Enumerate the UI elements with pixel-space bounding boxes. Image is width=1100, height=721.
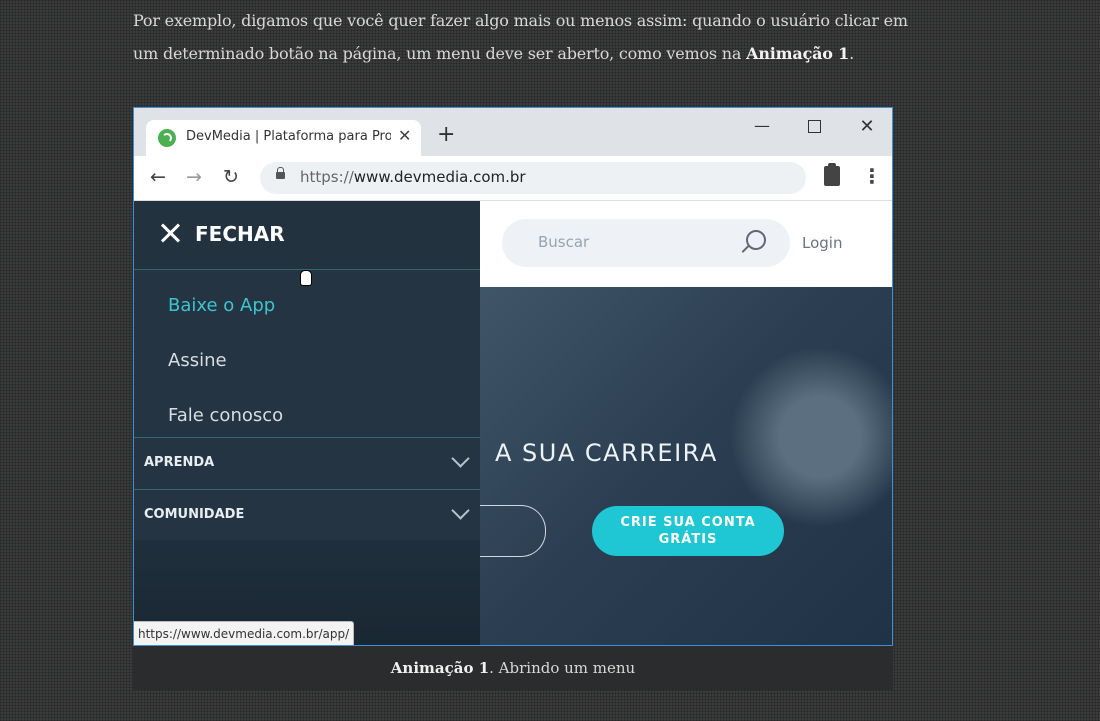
menu-section-aprenda[interactable]: APRENDA [134, 437, 480, 489]
menu-section-label: COMUNIDADE [144, 507, 245, 522]
caption-ref: Animação 1 [390, 659, 490, 677]
maximize-button[interactable] [799, 116, 829, 138]
back-arrow-icon[interactable]: ← [150, 166, 166, 188]
hand-cursor-icon [300, 270, 312, 286]
address-url: https://www.devmedia.com.br [300, 168, 526, 186]
menu-item-app[interactable]: Baixe o App [168, 295, 275, 316]
clipboard-icon[interactable] [824, 163, 840, 186]
figure: DevMedia | Plataforma para Prog ✕ + — ✕ … [133, 107, 893, 690]
search-icon[interactable] [746, 230, 766, 250]
window-close-button[interactable]: ✕ [852, 116, 882, 138]
menu-item-fale-conosco[interactable]: Fale conosco [168, 405, 283, 426]
menu-section-comunidade[interactable]: COMUNIDADE [134, 489, 480, 541]
tab-bar: DevMedia | Plataforma para Prog ✕ + — ✕ [134, 108, 892, 156]
cta-line-2: GRÁTIS [658, 532, 718, 547]
tab-title: DevMedia | Plataforma para Prog [186, 129, 391, 144]
menu-section-label: APRENDA [144, 455, 215, 470]
hero-banner: A SUA CARREIRA CRIE SUA CONTA GRÁTIS [450, 287, 892, 645]
browser-screenshot: DevMedia | Plataforma para Prog ✕ + — ✕ … [133, 107, 893, 646]
minimize-button[interactable]: — [747, 116, 777, 138]
hero-title: A SUA CARREIRA [495, 439, 718, 467]
chevron-down-icon [451, 449, 470, 468]
search-placeholder: Buscar [538, 233, 590, 251]
new-tab-button[interactable]: + [437, 124, 455, 146]
caption-text: . Abrindo um menu [489, 659, 636, 677]
search-box[interactable]: Buscar [502, 219, 790, 267]
address-bar[interactable]: https://www.devmedia.com.br [260, 162, 806, 194]
close-menu-button[interactable]: FECHAR [195, 222, 285, 246]
paragraph-figure-ref: Animação 1 [746, 44, 850, 63]
cta-line-1: CRIE SUA CONTA [620, 515, 756, 530]
browser-toolbar: ← → ↻ https://www.devmedia.com.br ⋮ [134, 156, 892, 201]
browser-tab[interactable]: DevMedia | Plataforma para Prog ✕ [146, 120, 421, 156]
forward-arrow-icon[interactable]: → [186, 166, 202, 188]
site-header: Buscar Login [480, 201, 892, 287]
reload-icon[interactable]: ↻ [223, 166, 239, 188]
article-paragraph: Por exemplo, digamos que você quer fazer… [133, 4, 933, 70]
side-menu: FECHAR Baixe o App Assine Fale conosco A… [134, 201, 480, 645]
figure-caption: Animação 1. Abrindo um menu [133, 646, 893, 690]
create-account-button[interactable]: CRIE SUA CONTA GRÁTIS [592, 506, 784, 556]
devmedia-favicon-icon [158, 129, 176, 147]
lock-icon [276, 167, 285, 179]
chevron-down-icon [451, 501, 470, 520]
kebab-menu-icon[interactable]: ⋮ [862, 164, 882, 188]
menu-header: FECHAR [134, 201, 480, 270]
tab-close-icon[interactable]: ✕ [398, 126, 411, 145]
url-scheme: https:// [300, 168, 354, 186]
paragraph-end: . [849, 44, 854, 63]
menu-item-assine[interactable]: Assine [168, 350, 227, 371]
login-link[interactable]: Login [802, 234, 842, 252]
maximize-icon [807, 120, 821, 133]
status-bar-url: https://www.devmedia.com.br/app/ [134, 621, 355, 645]
close-icon[interactable] [160, 223, 180, 243]
url-host: www.devmedia.com.br [353, 168, 526, 186]
